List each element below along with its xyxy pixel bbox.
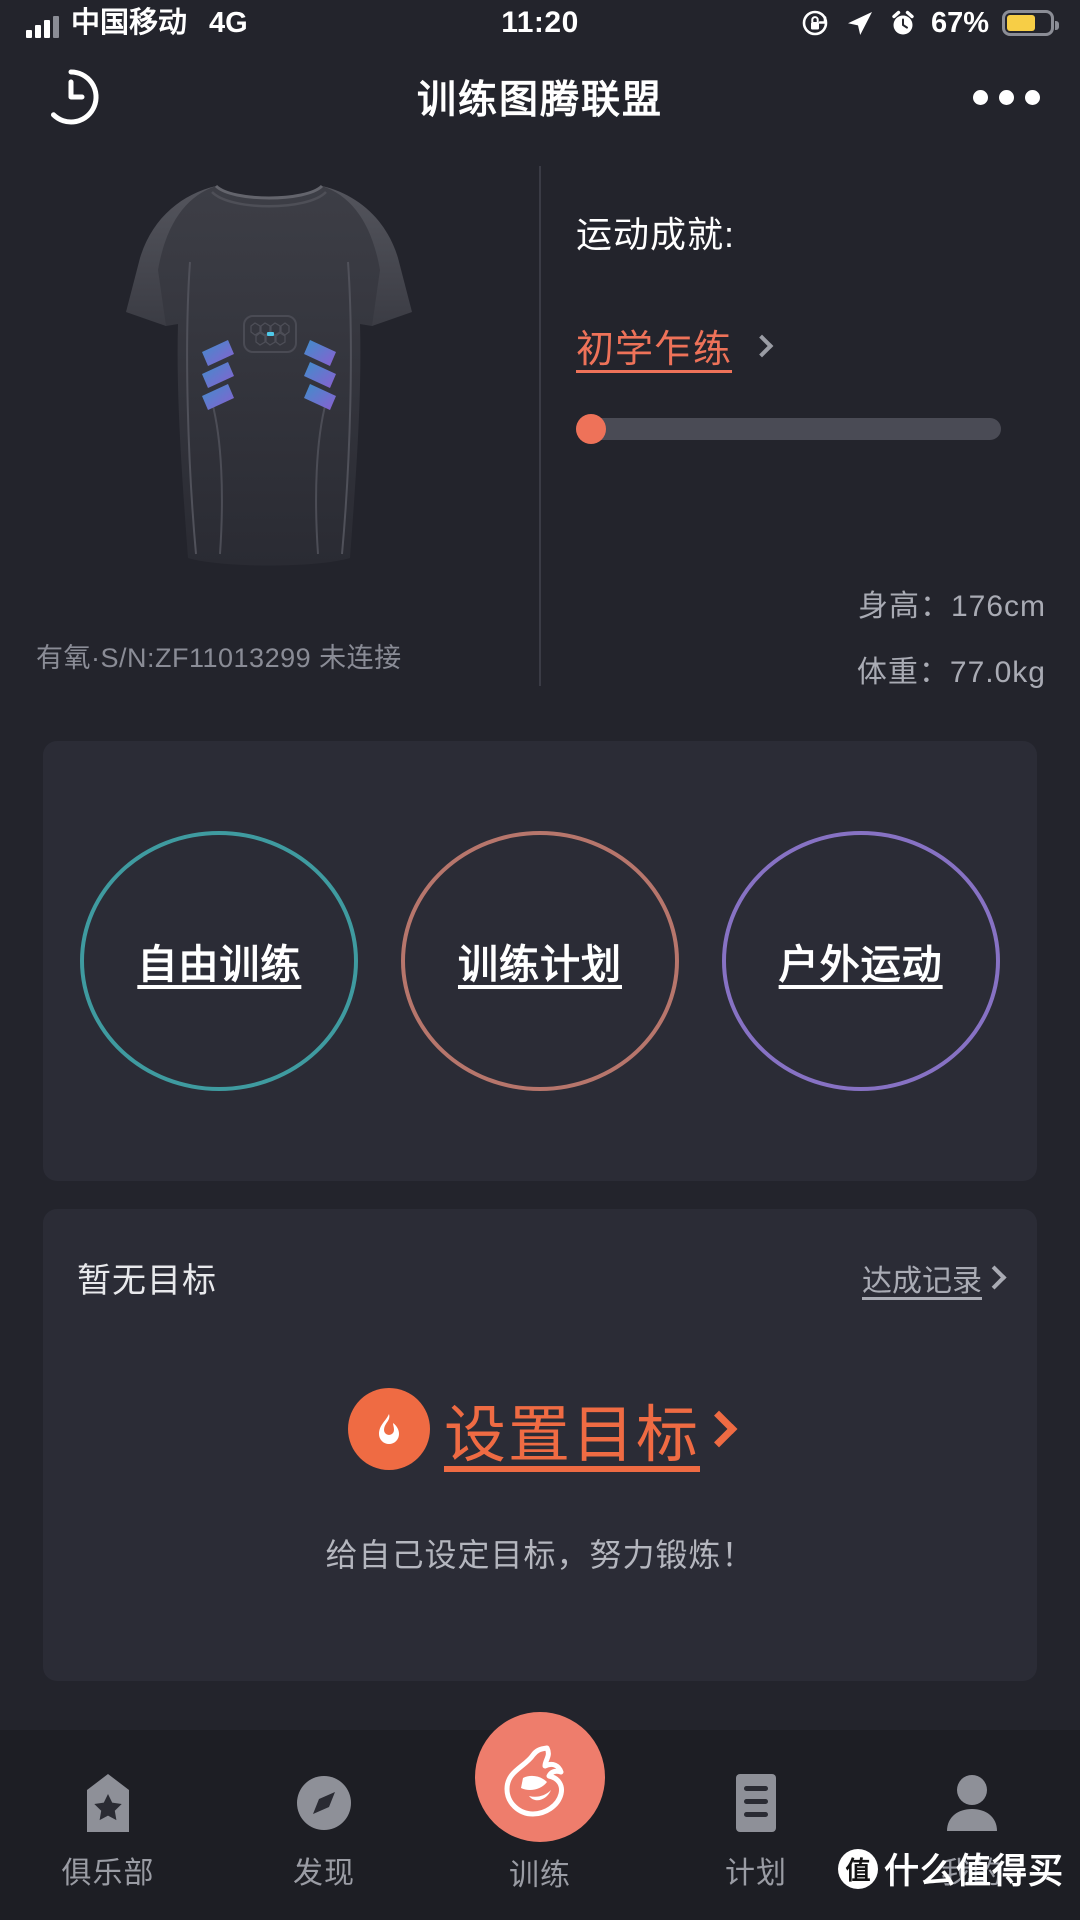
goal-subtitle: 给自己设定目标，努力锻炼！	[325, 1537, 755, 1573]
mode-training-plan[interactable]: 训练计划	[400, 831, 679, 1091]
training-modes-card: 自由训练 训练计划 户外运动	[43, 741, 1037, 1181]
list-icon	[730, 1772, 782, 1834]
chevron-right-icon	[750, 334, 774, 357]
more-options-icon[interactable]	[973, 89, 1040, 105]
device-info-label: 有氧·S/N:ZF11013299 未连接	[36, 643, 402, 673]
body-stats: 身高：176cm 体重：77.0kg	[857, 581, 1046, 713]
badge-star-icon	[81, 1772, 135, 1834]
tab-label: 俱乐部	[61, 1857, 155, 1890]
progress-thumb	[576, 414, 606, 444]
compass-icon	[295, 1772, 353, 1834]
chevron-right-icon	[982, 1265, 1007, 1290]
tab-discover[interactable]: 发现	[216, 1730, 432, 1892]
watermark-text: 什么值得买	[883, 1852, 1064, 1891]
achievement-level-value: 初学乍练	[576, 329, 733, 371]
device-column: 有氧·S/N:ZF11013299 未连接	[0, 148, 538, 723]
flame-icon	[347, 1388, 430, 1470]
page-title: 训练图腾联盟	[416, 79, 663, 122]
tab-label: 训练	[509, 1859, 571, 1892]
goal-card: 暂无目标 达成记录 设置目标 给自己设定目标，努力锻炼！	[43, 1209, 1037, 1681]
status-bar: 中国移动 4G 11:20 67%	[0, 0, 1080, 46]
alarm-clock-icon	[892, 10, 914, 35]
set-goal-button[interactable]: 设置目标	[77, 1384, 1003, 1474]
set-goal-label: 设置目标	[443, 1401, 700, 1470]
battery-percent-label: 67%	[930, 6, 989, 39]
tab-club[interactable]: 俱乐部	[0, 1730, 216, 1892]
tab-plan[interactable]: 计划	[648, 1730, 864, 1892]
watermark-badge: 值	[837, 1848, 878, 1889]
chevron-right-icon	[700, 1410, 738, 1448]
mode-free-training[interactable]: 自由训练	[80, 831, 359, 1091]
bottom-tab-bar: 俱乐部 发现 训练 计划 我的 值 什么值得买	[0, 1712, 1080, 1920]
battery-icon	[1002, 10, 1059, 36]
height-stat: 身高：176cm	[857, 590, 1046, 623]
achievement-progress-bar	[576, 414, 1001, 444]
achievement-record-link[interactable]: 达成记录	[862, 1256, 1007, 1300]
mode-outdoor-sport[interactable]: 户外运动	[721, 831, 1000, 1091]
achievement-label: 运动成就:	[576, 214, 736, 255]
mode-label: 户外运动	[778, 943, 943, 987]
goal-card-header: 暂无目标 达成记录	[77, 1209, 1007, 1302]
weight-stat: 体重：77.0kg	[856, 656, 1046, 689]
watermark: 值 什么值得买	[837, 1843, 1064, 1894]
app-header: 训练图腾联盟	[0, 46, 1080, 148]
tab-training[interactable]: 训练	[432, 1712, 648, 1894]
stats-column: 运动成就: 初学乍练 身高：176cm 体重：77.0kg	[538, 148, 1080, 723]
flame-logo-icon	[475, 1712, 605, 1842]
achievement-level-row[interactable]: 初学乍练	[576, 318, 1080, 373]
smart-shirt-image[interactable]	[104, 166, 434, 596]
location-arrow-icon	[847, 12, 872, 35]
device-and-stats-panel: 有氧·S/N:ZF11013299 未连接 运动成就: 初学乍练 身高：176c…	[0, 148, 1080, 723]
mode-label: 自由训练	[137, 943, 302, 987]
person-icon	[944, 1772, 1000, 1834]
status-bar-right: 67%	[800, 6, 1059, 40]
goal-empty-label: 暂无目标	[77, 1262, 217, 1300]
rotation-lock-icon	[802, 10, 828, 36]
achievement-record-label: 达成记录	[862, 1264, 982, 1298]
tab-label: 发现	[293, 1857, 355, 1890]
mode-label: 训练计划	[457, 943, 622, 987]
tab-label: 计划	[725, 1857, 787, 1890]
